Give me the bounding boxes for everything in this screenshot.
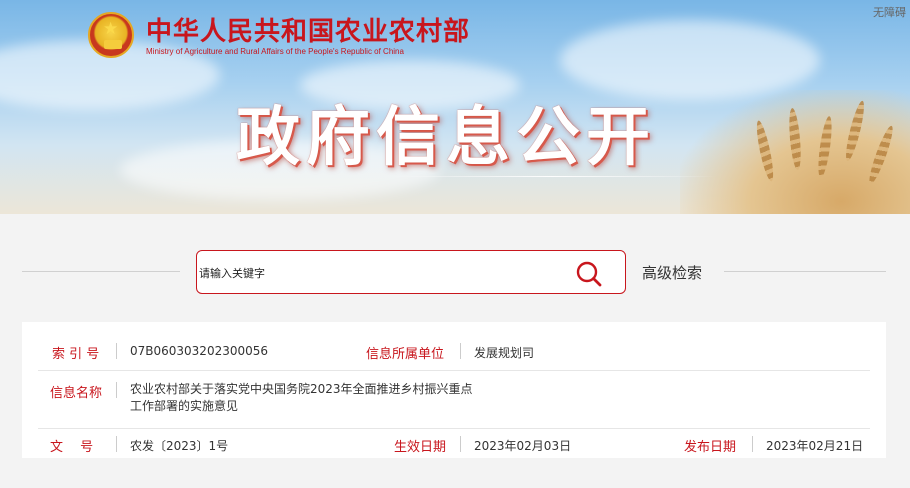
hero-title: 政府信息公开 bbox=[236, 101, 656, 175]
site-subtitle-english: Ministry of Agriculture and Rural Affair… bbox=[146, 47, 404, 56]
document-number-value: 农发〔2023〕1号 bbox=[130, 439, 229, 453]
owning-unit-value: 发展规划司 bbox=[474, 346, 535, 360]
search-section: 高级检索 bbox=[0, 214, 910, 316]
search-icon[interactable] bbox=[575, 260, 603, 288]
column-separator bbox=[116, 436, 117, 452]
wheat-decoration bbox=[680, 90, 910, 214]
info-name-value: 农业农村部关于落实党中央国务院2023年全面推进乡村振兴重点 工作部署的实施意见 bbox=[130, 381, 530, 415]
search-input[interactable] bbox=[199, 261, 559, 285]
accessibility-link[interactable]: 无障碍 bbox=[873, 4, 906, 20]
site-title[interactable]: 中华人民共和国农业农村部 bbox=[146, 11, 470, 48]
star-icon: ★ bbox=[103, 19, 119, 39]
tiananmen-icon bbox=[104, 40, 122, 49]
column-separator bbox=[116, 343, 117, 359]
info-metadata-panel: 索 引 号 07B060303202300056 信息所属单位 发展规划司 信息… bbox=[22, 322, 886, 458]
divider-line bbox=[22, 271, 180, 272]
index-number-label: 索 引 号 bbox=[52, 347, 100, 362]
info-row-title: 信息名称 农业农村部关于落实党中央国务院2023年全面推进乡村振兴重点 工作部署… bbox=[22, 370, 886, 428]
effective-date-value: 2023年02月03日 bbox=[474, 439, 572, 453]
column-separator bbox=[460, 343, 461, 359]
info-name-label: 信息名称 bbox=[50, 386, 103, 401]
divider-line bbox=[724, 271, 886, 272]
info-row-dates: 文 号 农发〔2023〕1号 生效日期 2023年02月03日 发布日期 202… bbox=[22, 430, 886, 458]
publish-date-label: 发布日期 bbox=[684, 440, 737, 455]
row-divider bbox=[38, 428, 870, 429]
effective-date-label: 生效日期 bbox=[394, 440, 447, 455]
column-separator bbox=[752, 436, 753, 452]
info-name-line: 工作部署的实施意见 bbox=[130, 399, 239, 413]
column-separator bbox=[116, 382, 117, 398]
column-separator bbox=[460, 436, 461, 452]
hero-underline bbox=[388, 176, 716, 177]
national-emblem-logo[interactable]: ★ bbox=[88, 12, 134, 58]
publish-date-value: 2023年02月21日 bbox=[766, 439, 864, 453]
info-name-line: 农业农村部关于落实党中央国务院2023年全面推进乡村振兴重点 bbox=[130, 382, 473, 396]
header-banner: ★ 中华人民共和国农业农村部 Ministry of Agriculture a… bbox=[0, 0, 910, 214]
document-number-label: 文 号 bbox=[50, 440, 94, 455]
index-number-value: 07B060303202300056 bbox=[130, 344, 269, 358]
search-box bbox=[196, 250, 626, 294]
info-row-index: 索 引 号 07B060303202300056 信息所属单位 发展规划司 bbox=[22, 334, 886, 370]
advanced-search-link[interactable]: 高级检索 bbox=[642, 262, 702, 283]
owning-unit-label: 信息所属单位 bbox=[366, 347, 445, 362]
